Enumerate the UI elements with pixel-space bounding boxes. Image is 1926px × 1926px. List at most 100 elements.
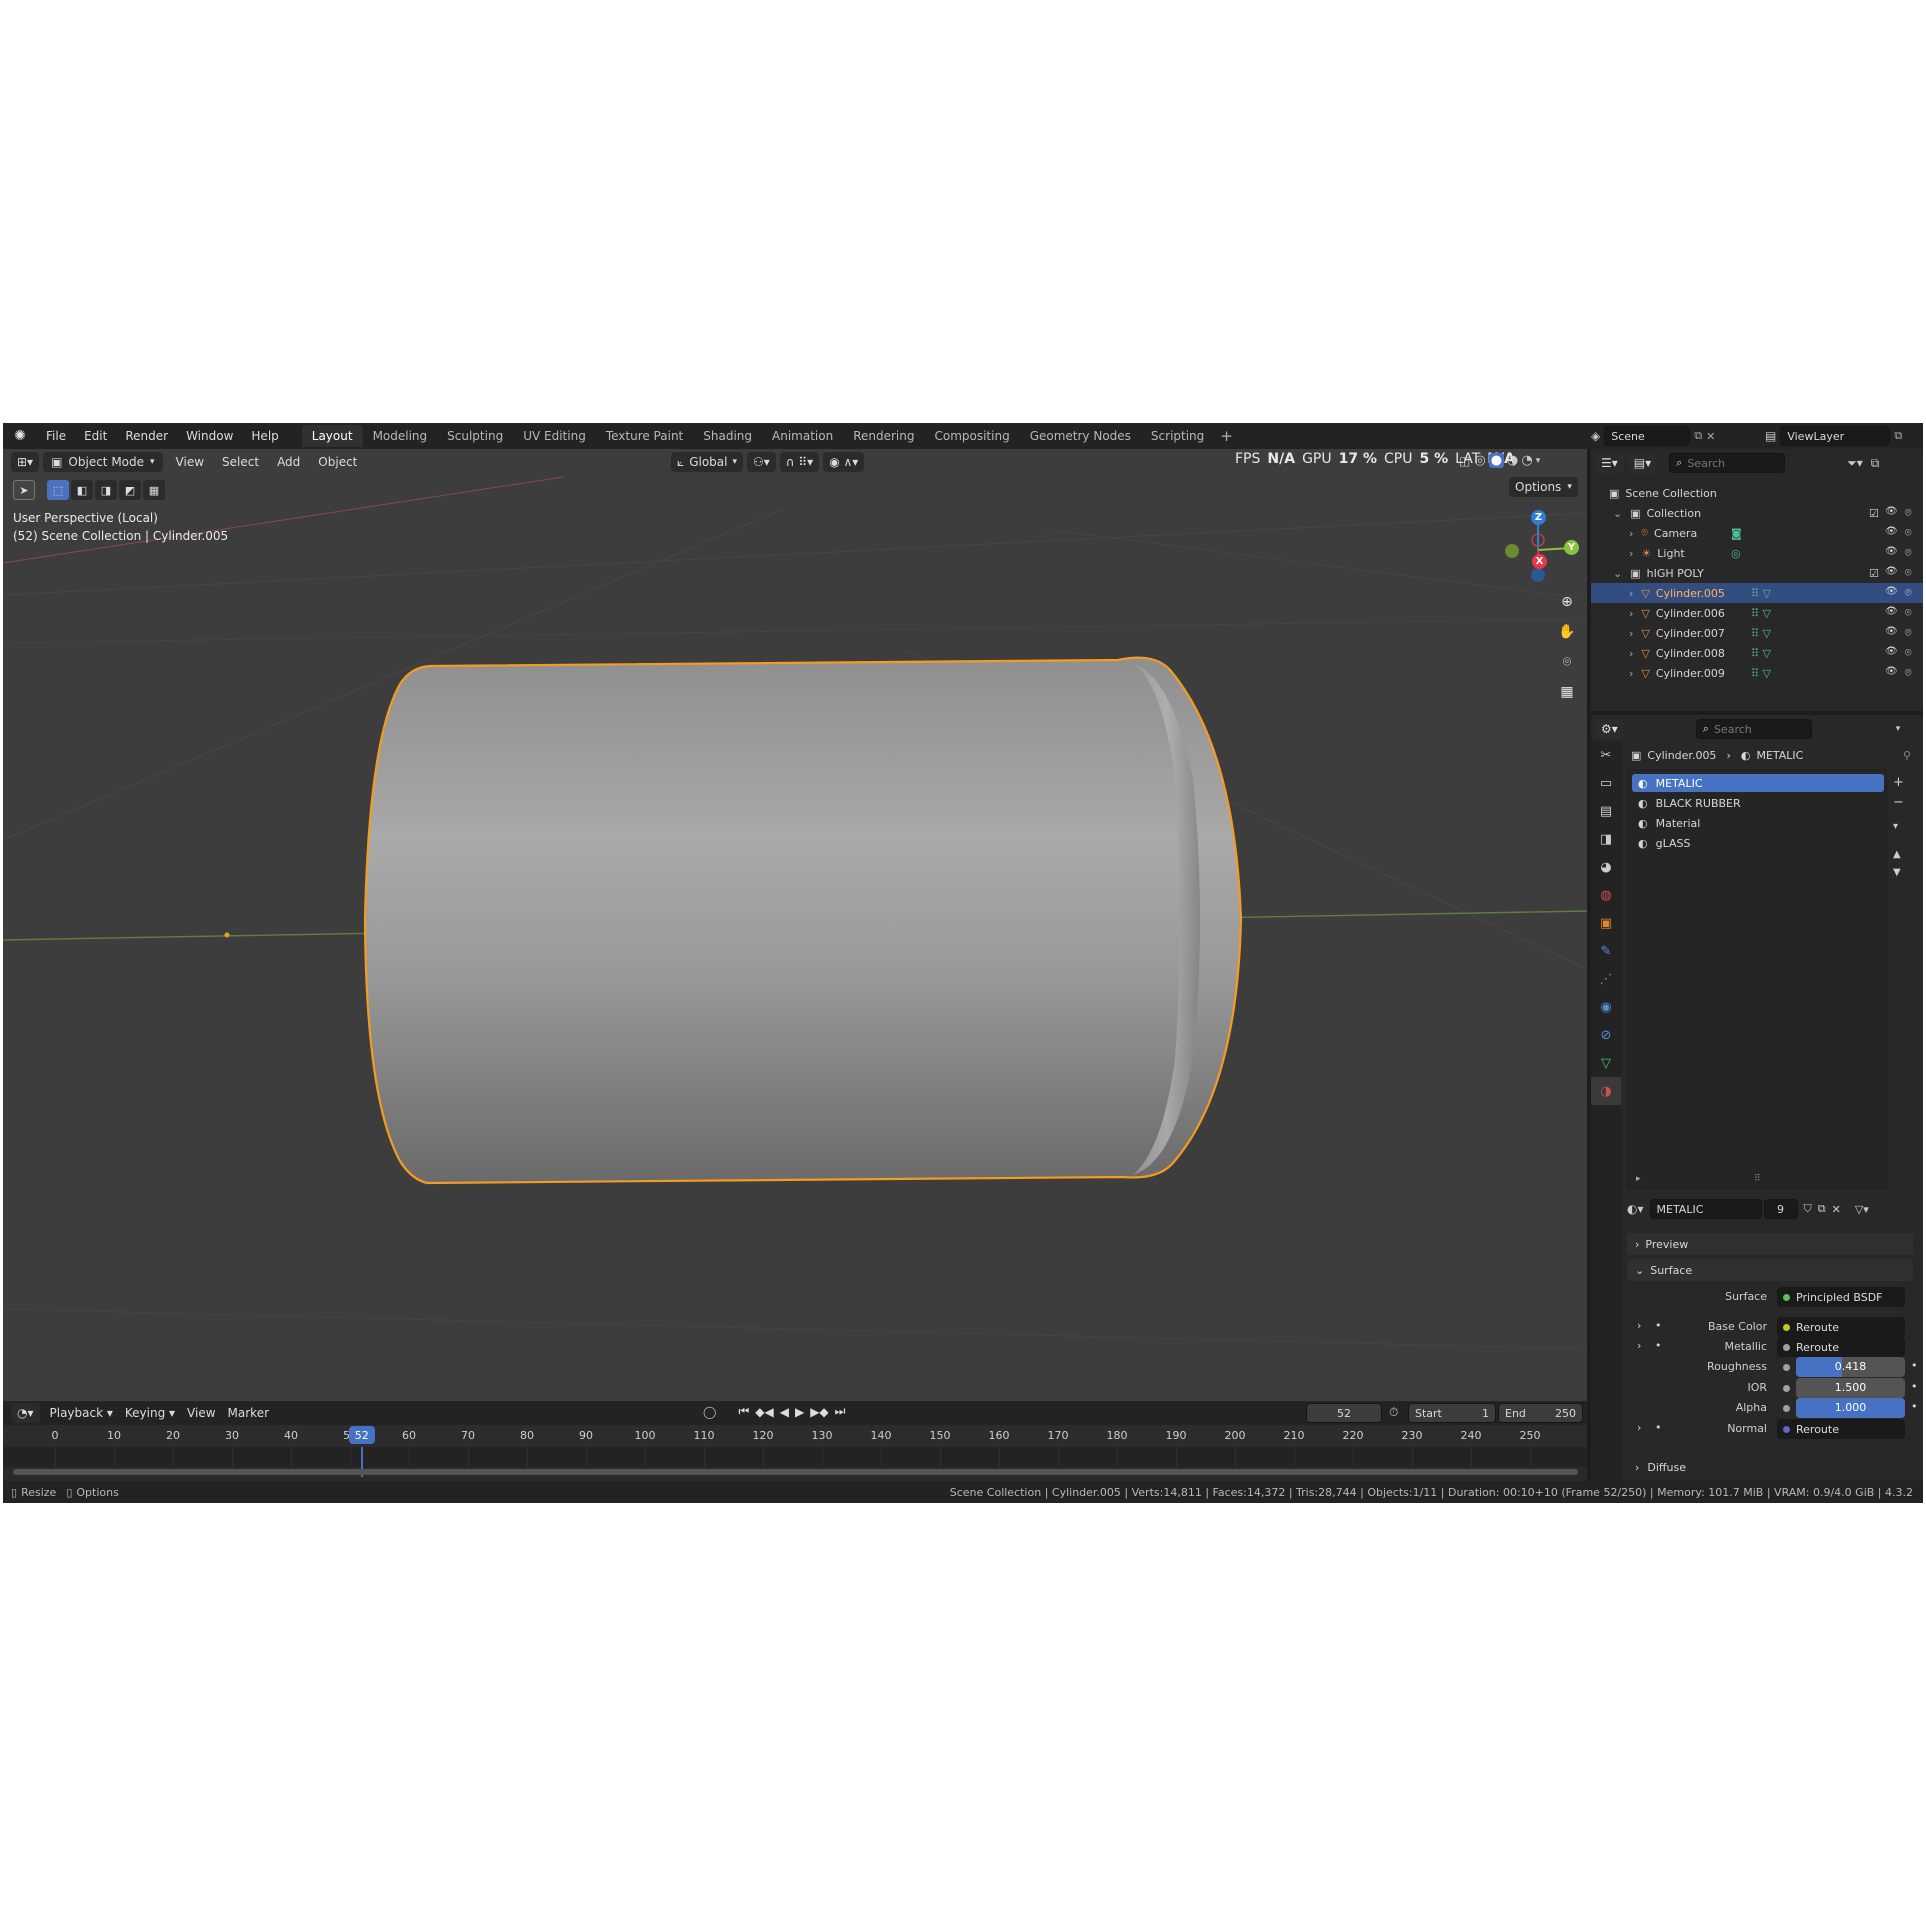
world-tab-icon[interactable]: ◍ (1591, 881, 1621, 909)
pivot-point-button[interactable]: ⚇▾ (747, 452, 776, 472)
outliner-item[interactable]: ⌄ ▣ hIGH POLY ☑ 👁 ⌾ (1591, 563, 1923, 583)
render-visibility-icon[interactable]: ⌾ (1905, 626, 1912, 640)
render-visibility-icon[interactable]: ⌾ (1905, 506, 1912, 520)
current-frame-field[interactable]: 52 (1306, 1403, 1382, 1423)
outliner-item[interactable]: › ☀ Light ◎ 👁 ⌾ (1591, 543, 1923, 563)
gizmo-x-icon[interactable]: X (1532, 554, 1547, 569)
tab-layout[interactable]: Layout (301, 425, 363, 447)
material-slot[interactable]: ◐ METALIC (1632, 774, 1884, 792)
visibility-eye-icon[interactable]: 👁 (1885, 606, 1898, 617)
visibility-eye-icon[interactable]: 👁 (1885, 566, 1898, 577)
menu-marker[interactable]: Marker (228, 1406, 269, 1420)
timeline-editor-type[interactable]: ◔▾ (11, 1403, 40, 1423)
output-tab-icon[interactable]: ▤ (1591, 797, 1621, 825)
object-tab-icon[interactable]: ▣ (1591, 909, 1621, 937)
tab-compositing[interactable]: Compositing (924, 425, 1019, 447)
outliner-search-input[interactable]: ⌕ Search (1669, 453, 1786, 473)
number-field[interactable]: 1.500 (1796, 1378, 1905, 1398)
tab-geometry-nodes[interactable]: Geometry Nodes (1020, 425, 1141, 447)
outliner-item[interactable]: ⌄ ▣ Collection ☑ 👁 ⌾ (1591, 503, 1923, 523)
chevron-down-icon[interactable]: ⌄ (1613, 567, 1622, 580)
render-visibility-icon[interactable]: ⌾ (1905, 666, 1912, 680)
constraints-tab-icon[interactable]: ⊘ (1591, 1021, 1621, 1049)
chevron-down-icon[interactable]: ▾ (1896, 724, 1901, 734)
value-slider[interactable]: 0.418 (1796, 1357, 1905, 1377)
stopwatch-icon[interactable]: ⏱ (1389, 1405, 1398, 1420)
render-visibility-icon[interactable]: ⌾ (1905, 526, 1912, 540)
tab-animation[interactable]: Animation (762, 425, 843, 447)
menu-timeline-view[interactable]: View (187, 1406, 215, 1420)
transform-orientation-dropdown[interactable]: ⟀ Global ▾ (671, 452, 744, 472)
chevron-right-icon[interactable]: › (1629, 627, 1633, 640)
keyframe-dot-icon[interactable]: • (1911, 1400, 1918, 1413)
playhead-frame-badge[interactable]: 52 (348, 1426, 375, 1444)
mesh-data-icon[interactable]: ⠿ ▽ (1751, 667, 1771, 680)
tab-rendering[interactable]: Rendering (843, 425, 924, 447)
render-visibility-icon[interactable]: ⌾ (1905, 606, 1912, 620)
select-intersect-icon[interactable]: ▦ (143, 480, 165, 500)
view-layer-field[interactable]: ViewLayer (1780, 426, 1891, 446)
timeline-ruler[interactable]: 0102030405060708090100110120130140150160… (3, 1425, 1587, 1447)
light-data-icon[interactable]: ◎ (1731, 547, 1741, 560)
socket-value-field[interactable]: Reroute (1777, 1419, 1905, 1439)
outliner-item[interactable]: › ▽ Cylinder.008 ⠿ ▽ 👁 ⌾ (1591, 643, 1923, 663)
select-invert-icon[interactable]: ◩ (119, 480, 141, 500)
visibility-eye-icon[interactable]: 👁 (1885, 546, 1898, 557)
render-visibility-icon[interactable]: ⌾ (1905, 546, 1912, 560)
data-tab-icon[interactable]: ▽ (1591, 1049, 1621, 1077)
3d-viewport[interactable]: ⊞▾ ▣ Object Mode ▾ View Select Add Objec… (3, 449, 1587, 1401)
render-visibility-icon[interactable]: ⌾ (1905, 646, 1912, 660)
socket-dot-icon[interactable] (1783, 1343, 1790, 1351)
add-workspace-icon[interactable]: + (1220, 427, 1233, 445)
select-subtract-icon[interactable]: ◨ (95, 480, 117, 500)
duplicate-material-icon[interactable]: ⧉ (1818, 1202, 1826, 1216)
tool-tab-icon[interactable]: ✂ (1591, 741, 1621, 769)
keyframe-dot-icon[interactable]: • (1911, 1359, 1918, 1372)
socket-value-field[interactable]: Reroute (1777, 1337, 1905, 1357)
chevron-down-icon[interactable]: ▾ (1536, 456, 1541, 466)
socket-value-field[interactable]: 1.500 • (1777, 1378, 1918, 1398)
display-mode-button[interactable]: ▤▾ (1627, 453, 1658, 473)
chevron-right-icon[interactable]: › (1637, 1339, 1641, 1352)
select-tool-icon[interactable]: ➤ (13, 480, 35, 500)
panel-diffuse[interactable]: › Diffuse (1635, 1461, 1686, 1474)
chevron-right-icon[interactable]: › (1637, 1319, 1641, 1332)
chevron-right-icon[interactable]: › (1637, 1421, 1641, 1434)
properties-search-input[interactable]: ⌕ Search (1695, 719, 1812, 739)
copy-scene-icon[interactable]: ⧉ (1694, 429, 1702, 443)
socket-dot-icon[interactable] (1783, 1323, 1790, 1331)
remove-slot-icon[interactable]: − (1893, 795, 1904, 821)
material-name-field[interactable]: METALIC (1649, 1199, 1762, 1219)
material-tab-icon[interactable]: ◑ (1591, 1077, 1621, 1105)
timeline-track[interactable] (3, 1447, 1587, 1467)
unlink-material-icon[interactable]: ✕ (1832, 1203, 1841, 1216)
visibility-eye-icon[interactable]: 👁 (1885, 666, 1898, 677)
add-slot-icon[interactable]: + (1893, 775, 1904, 795)
tab-modeling[interactable]: Modeling (363, 425, 438, 447)
menu-select[interactable]: Select (222, 455, 259, 469)
menu-help[interactable]: Help (242, 423, 287, 449)
socket-dot-icon[interactable] (1783, 1363, 1790, 1371)
start-frame-field[interactable]: Start 1 (1408, 1403, 1496, 1423)
mesh-data-icon[interactable]: ⠿ ▽ (1751, 587, 1771, 600)
socket-dot-icon[interactable] (1783, 1404, 1790, 1412)
outliner-item[interactable]: › ⌾ Camera ◙ 👁 ⌾ (1591, 523, 1923, 543)
auto-keying-icon[interactable]: ◯ (703, 1405, 716, 1419)
keyframe-dot-icon[interactable]: • (1911, 1380, 1918, 1393)
solid-shading-icon[interactable]: ● (1488, 453, 1505, 468)
outliner-item[interactable]: › ▽ Cylinder.007 ⠿ ▽ 👁 ⌾ (1591, 623, 1923, 643)
filter-icon[interactable]: ⏷▾ (1847, 456, 1863, 471)
material-browse-icon[interactable]: ◐▾ (1627, 1202, 1644, 1216)
material-filter-icon[interactable]: ▽▾ (1855, 1203, 1869, 1216)
camera-view-icon[interactable]: ⌾ (1554, 649, 1580, 675)
render-visibility-icon[interactable]: ⌾ (1905, 566, 1912, 580)
view-layer-icon[interactable]: ▤ (1765, 429, 1776, 443)
next-keyframe-icon[interactable]: ▶◆ (810, 1405, 828, 1419)
scene-collection-row[interactable]: ▣ Scene Collection (1591, 483, 1923, 503)
timeline-scrollbar[interactable] (13, 1469, 1578, 1475)
visibility-eye-icon[interactable]: 👁 (1885, 646, 1898, 657)
chevron-right-icon[interactable]: › (1629, 667, 1633, 680)
scene-tab-icon[interactable]: ◕ (1591, 853, 1621, 881)
exclude-checkbox[interactable]: ☑ (1869, 567, 1879, 580)
material-slot[interactable]: ◐ gLASS (1632, 834, 1884, 852)
